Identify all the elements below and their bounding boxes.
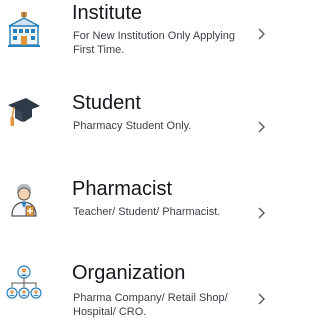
role-option-institute[interactable]: Institute For New Institution Only Apply…	[0, 0, 274, 78]
role-title: Organization	[72, 262, 186, 284]
pharmacist-icon	[6, 182, 42, 218]
role-title: Pharmacist	[72, 178, 173, 200]
role-description: For New Institution Only Applying First …	[73, 30, 236, 56]
graduation-cap-icon	[6, 94, 42, 130]
role-description: Pharma Company/ Retail Shop/ Hospital/ C…	[73, 292, 228, 318]
role-title: Student	[72, 92, 141, 114]
role-selection-list: Institute For New Institution Only Apply…	[0, 0, 274, 333]
chevron-right-icon	[256, 120, 266, 134]
role-option-pharmacist[interactable]: Pharmacist Teacher/ Student/ Pharmacist.	[0, 172, 274, 242]
chevron-right-icon	[256, 206, 266, 220]
chevron-right-icon	[256, 292, 266, 306]
role-description: Teacher/ Student/ Pharmacist.	[73, 206, 221, 218]
role-description: Pharmacy Student Only.	[73, 120, 192, 132]
institute-building-icon	[6, 12, 42, 48]
role-option-organization[interactable]: Organization Pharma Company/ Retail Shop…	[0, 256, 274, 333]
chevron-right-icon	[256, 27, 266, 41]
organization-network-icon	[6, 265, 42, 301]
role-option-student[interactable]: Student Pharmacy Student Only.	[0, 88, 274, 158]
role-title: Institute	[72, 2, 143, 24]
